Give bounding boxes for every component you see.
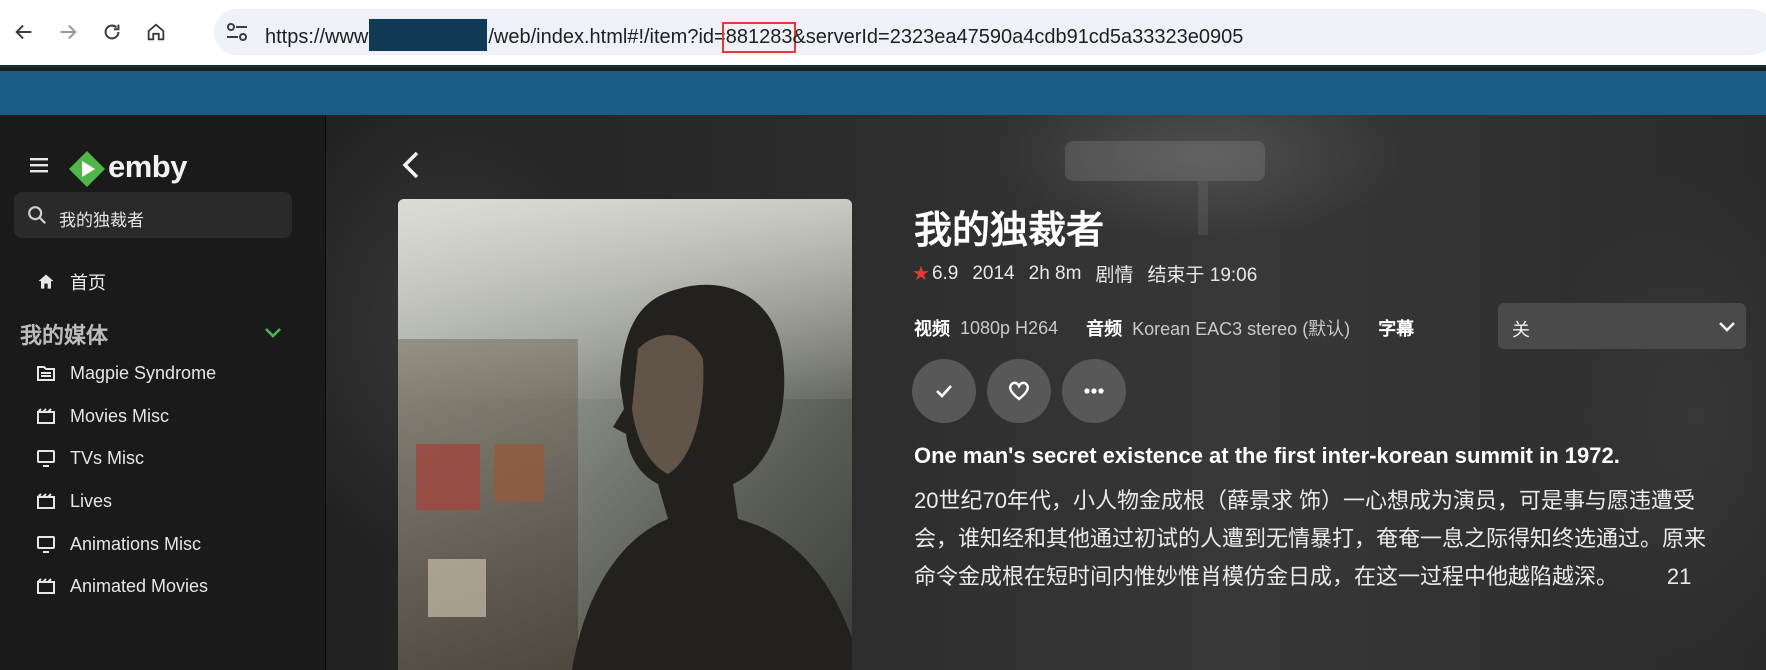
reload-icon[interactable]: [94, 14, 130, 50]
emby-logo-icon: [68, 150, 106, 188]
sidebar: emby 我的独裁者 首页 我的媒体 Magpie Syndrome Movie…: [0, 115, 326, 670]
sidebar-item-animations-misc[interactable]: Animations Misc: [36, 529, 201, 559]
back-button[interactable]: [396, 145, 426, 185]
sidebar-item-movies-misc[interactable]: Movies Misc: [36, 401, 169, 431]
url-path: /web/index.html#!/item?id=: [488, 26, 726, 48]
url-text[interactable]: https://www/web/index.html#!/item?id=881…: [265, 19, 1244, 53]
sidebar-item-magpie-syndrome[interactable]: Magpie Syndrome: [36, 358, 216, 388]
media-info: 视频 1080p H264 音频 Korean EAC3 stereo (默认)…: [914, 315, 1414, 341]
tagline: One man's secret existence at the first …: [914, 443, 1620, 468]
sidebar-item-label: 首页: [70, 273, 106, 293]
sidebar-item-label: Lives: [70, 490, 113, 511]
tv-icon: [37, 536, 55, 553]
folder-icon: [37, 366, 55, 381]
star-icon: ★: [912, 263, 930, 285]
sidebar-item-tvs-misc[interactable]: TVs Misc: [36, 443, 144, 473]
back-arrow-icon[interactable]: [6, 14, 42, 50]
production-year: 2014: [972, 262, 1015, 284]
chevron-down-icon[interactable]: [262, 323, 284, 343]
movie-icon: [37, 493, 55, 509]
overview-line: 命令金成根在短时间内惟妙惟肖模仿金日成，在这一过程中他越陷越深。 21: [914, 564, 1692, 589]
more-button[interactable]: [1062, 359, 1126, 423]
menu-icon[interactable]: [28, 155, 54, 175]
subtitle-select[interactable]: [1498, 303, 1746, 349]
chevron-left-icon: [402, 151, 419, 179]
played-button[interactable]: [912, 359, 976, 423]
logo-text: emby: [108, 149, 187, 184]
sidebar-item-label: Movies Misc: [70, 405, 170, 426]
emby-app: emby 我的独裁者 首页 我的媒体 Magpie Syndrome Movie…: [0, 115, 1766, 670]
movie-icon: [37, 578, 55, 594]
runtime: 2h 8m: [1028, 262, 1082, 284]
overview-line: 会，谁知经和其他通过初试的人遭到无情暴打，奄奄一息之际得知终选通过。原来: [914, 526, 1707, 551]
item-meta: ★ 6.9 2014 2h 8m 剧情 结束于 19:06: [912, 260, 1257, 287]
subtitle-value: 关: [1512, 320, 1530, 340]
end-time: 结束于 19:06: [1147, 265, 1258, 286]
audio-value[interactable]: Korean EAC3 stereo (默认): [1132, 315, 1350, 341]
browser-toolbar: https://www/web/index.html#!/item?id=881…: [0, 0, 1766, 68]
search-input[interactable]: [14, 192, 292, 238]
site-settings-icon[interactable]: [224, 20, 250, 44]
overview-line: 20世纪70年代，小人物金成根（薛景求 饰）一心想成为演员，可是事与愿违遭受: [914, 488, 1696, 513]
subtitle-label: 字幕: [1378, 319, 1415, 339]
community-rating: 6.9: [931, 262, 959, 284]
section-title-my-media[interactable]: 我的媒体: [20, 318, 108, 350]
sidebar-item-lives[interactable]: Lives: [36, 486, 112, 516]
check-icon: [936, 385, 952, 398]
chevron-down-icon: [1716, 317, 1738, 337]
genre-link[interactable]: 剧情: [1095, 260, 1133, 287]
poster-image[interactable]: [398, 199, 852, 670]
header-band: [0, 71, 1766, 115]
video-value: 1080p H264: [960, 317, 1059, 338]
backdrop-lamp-stem: [1198, 181, 1208, 235]
favorite-button[interactable]: [987, 359, 1051, 423]
forward-arrow-icon[interactable]: [50, 14, 86, 50]
url-item-id-highlight: 881283: [721, 22, 797, 53]
sidebar-item-animated-movies[interactable]: Animated Movies: [36, 571, 208, 601]
heart-icon: [1008, 381, 1030, 401]
home-browser-icon[interactable]: [138, 14, 174, 50]
poster-figure: [572, 284, 852, 670]
url-prefix: https://www: [265, 26, 369, 48]
search-value: 我的独裁者: [59, 211, 144, 230]
home-icon: [38, 274, 54, 289]
sidebar-item-label: Animations Misc: [70, 533, 202, 554]
overview: 20世纪70年代，小人物金成根（薛景求 饰）一心想成为演员，可是事与愿违遭受 会…: [914, 482, 1766, 596]
sidebar-item-home[interactable]: 首页: [36, 267, 106, 297]
redaction-block: [369, 19, 488, 51]
tv-icon: [37, 450, 55, 467]
sidebar-item-label: TVs Misc: [70, 447, 144, 468]
audio-label: 音频: [1086, 319, 1123, 339]
backdrop-lamp: [1065, 141, 1265, 181]
movie-icon: [37, 408, 55, 424]
item-title: 我的独裁者: [914, 210, 1105, 252]
url-suffix: &serverId=2323ea47590a4cdb91cd5a33323e09…: [792, 26, 1244, 48]
sidebar-item-label: Animated Movies: [70, 575, 209, 596]
more-horizontal-icon: [1084, 388, 1104, 394]
video-label: 视频: [914, 319, 950, 339]
search-icon: [26, 204, 48, 226]
sidebar-item-label: Magpie Syndrome: [70, 362, 217, 383]
